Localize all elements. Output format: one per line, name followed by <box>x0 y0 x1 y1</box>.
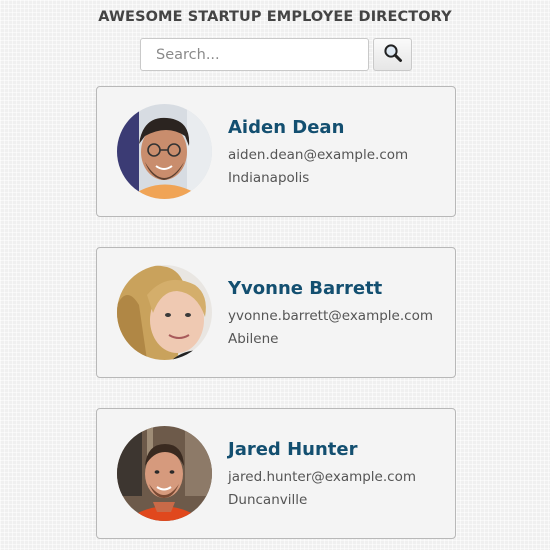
employee-email: jared.hunter@example.com <box>228 469 416 485</box>
avatar <box>117 265 212 360</box>
search-button[interactable] <box>373 38 412 71</box>
employee-info: Aiden Dean aiden.dean@example.com Indian… <box>228 117 408 186</box>
avatar <box>117 426 212 521</box>
avatar <box>117 104 212 199</box>
employee-name: Aiden Dean <box>228 117 345 138</box>
employee-info: Yvonne Barrett yvonne.barrett@example.co… <box>228 278 433 347</box>
employee-list: Aiden Dean aiden.dean@example.com Indian… <box>96 86 456 550</box>
employee-email: aiden.dean@example.com <box>228 147 409 163</box>
search-input[interactable] <box>140 38 369 71</box>
magnifier-icon <box>383 43 403 66</box>
employee-email: yvonne.barrett@example.com <box>228 308 433 324</box>
employee-card[interactable]: Yvonne Barrett yvonne.barrett@example.co… <box>96 247 456 378</box>
search-form <box>140 38 412 71</box>
employee-card[interactable]: Aiden Dean aiden.dean@example.com Indian… <box>96 86 456 217</box>
page-title: AWESOME STARTUP EMPLOYEE DIRECTORY <box>98 9 452 25</box>
employee-city: Abilene <box>228 331 279 347</box>
employee-city: Indianapolis <box>228 170 310 186</box>
employee-name: Yvonne Barrett <box>228 278 383 299</box>
employee-card[interactable]: Jared Hunter jared.hunter@example.com Du… <box>96 408 456 539</box>
employee-city: Duncanville <box>228 492 308 508</box>
employee-info: Jared Hunter jared.hunter@example.com Du… <box>228 439 416 508</box>
employee-name: Jared Hunter <box>228 439 358 460</box>
